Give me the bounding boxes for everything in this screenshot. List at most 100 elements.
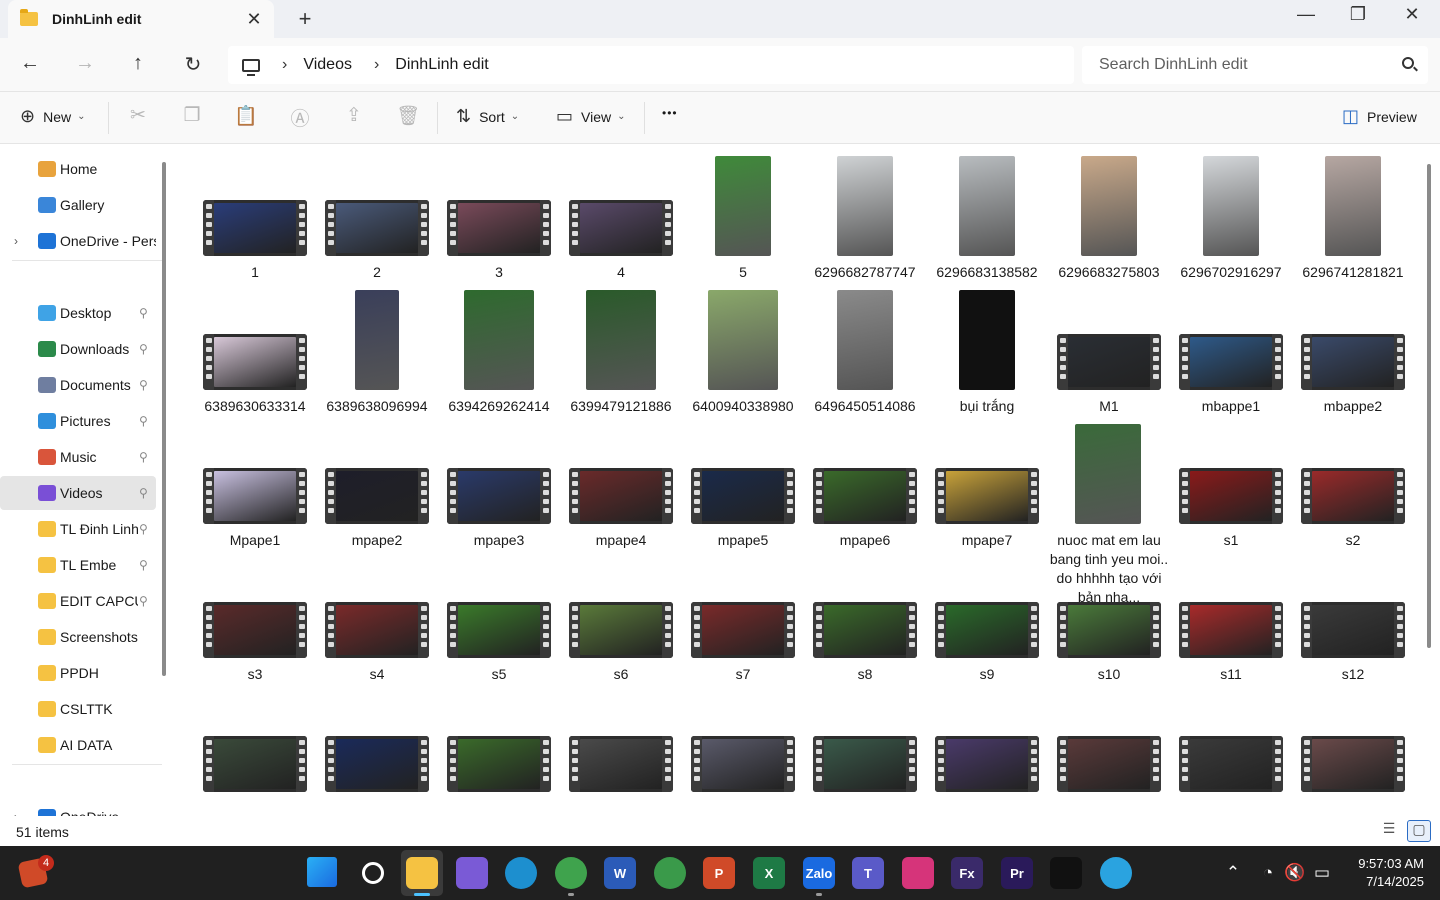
large-icons-view-icon[interactable]: ▢	[1407, 820, 1431, 842]
sidebar-scrollbar[interactable]	[162, 162, 166, 676]
video-file-item[interactable]: mpape5	[684, 424, 802, 604]
video-file-item[interactable]	[684, 736, 802, 816]
maximize-button[interactable]: ❐	[1338, 4, 1378, 25]
pin-icon[interactable]: ⚲	[139, 342, 148, 356]
video-file-item[interactable]	[1294, 736, 1412, 816]
sidebar-item-ai-data[interactable]: AI DATA	[0, 728, 156, 762]
minimize-button[interactable]: —	[1286, 4, 1326, 25]
sidebar-item-videos[interactable]: Videos ⚲	[0, 476, 156, 510]
video-file-item[interactable]: mpape7	[928, 424, 1046, 604]
breadcrumb-dinhlinh-edit[interactable]: DinhLinh edit	[395, 56, 488, 74]
clock[interactable]: 9:57:03 AM 7/14/2025	[1330, 855, 1424, 891]
video-file-item[interactable]: nuoc mat em lau bang tinh yeu moi.. do h…	[1050, 424, 1168, 605]
taskbar-file-explorer-icon[interactable]	[406, 857, 438, 889]
wifi-icon[interactable]: ◔	[1257, 863, 1279, 883]
sidebar-item-cslttk[interactable]: CSLTTK	[0, 692, 156, 726]
video-file-item[interactable]	[1172, 736, 1290, 816]
sidebar-item-edit-capcut[interactable]: EDIT CAPCUT⚲	[0, 584, 156, 618]
paste-icon[interactable]: 📋	[234, 104, 258, 128]
sidebar-item-downloads[interactable]: Downloads ⚲	[0, 332, 156, 366]
view-button[interactable]: ▭ View ⌄	[556, 106, 626, 127]
video-file-item[interactable]: mpape2	[318, 424, 436, 604]
video-file-item[interactable]	[928, 736, 1046, 816]
address-bar[interactable]: › Videos › DinhLinh edit	[228, 46, 1074, 84]
pin-icon[interactable]: ⚲	[139, 306, 148, 320]
sidebar-item-tl-embe[interactable]: TL Embe ⚲	[0, 548, 156, 582]
chevron-right-icon[interactable]: ›	[14, 234, 18, 248]
pin-icon[interactable]: ⚲	[139, 450, 148, 464]
taskbar-imagej-icon[interactable]: Fx	[951, 857, 983, 889]
forward-button[interactable]: →	[73, 52, 97, 75]
volume-muted-icon[interactable]: 🔇	[1284, 863, 1306, 883]
taskbar-coccoc-icon[interactable]	[555, 857, 587, 889]
sidebar-item-onedrive[interactable]: ›OneDrive	[0, 800, 156, 816]
refresh-button[interactable]: ↻	[181, 52, 205, 77]
taskbar-excel-icon[interactable]: X	[753, 857, 785, 889]
tab-close-button[interactable]: ✕	[244, 9, 264, 30]
taskbar-capcut-icon[interactable]	[1050, 857, 1082, 889]
taskbar-premiere-icon[interactable]: Pr	[1001, 857, 1033, 889]
video-file-item[interactable]	[440, 736, 558, 816]
taskbar-teams-icon[interactable]: T	[852, 857, 884, 889]
back-button[interactable]: ←	[18, 52, 42, 75]
pin-icon[interactable]: ⚲	[139, 486, 148, 500]
see-more-button[interactable]: •••	[662, 106, 678, 120]
pin-icon[interactable]: ⚲	[139, 378, 148, 392]
rename-icon[interactable]: Ⓐ	[288, 104, 312, 131]
taskbar-instagram-icon[interactable]	[902, 857, 934, 889]
this-pc-icon[interactable]	[242, 58, 260, 76]
video-file-item[interactable]: mpape6	[806, 424, 924, 604]
sidebar-item-home[interactable]: Home	[0, 152, 156, 186]
taskbar-word-icon[interactable]: W	[604, 857, 636, 889]
sidebar-item-screenshots[interactable]: Screenshots	[0, 620, 156, 654]
sidebar-item-onedrive-perso[interactable]: › OneDrive - Perso	[0, 224, 156, 258]
sidebar-item-ppdh[interactable]: PPDH	[0, 656, 156, 690]
video-file-item[interactable]	[1050, 736, 1168, 816]
search-input[interactable]: Search DinhLinh edit	[1099, 56, 1248, 74]
video-file-item[interactable]	[562, 736, 680, 816]
pin-icon[interactable]: ⚲	[139, 594, 148, 608]
cut-icon[interactable]: ✂	[126, 104, 150, 127]
delete-icon[interactable]: 🗑	[396, 104, 420, 128]
pin-icon[interactable]: ⚲	[139, 522, 148, 536]
sidebar-item-music[interactable]: Music ⚲	[0, 440, 156, 474]
up-button[interactable]: ↑	[126, 52, 150, 75]
content-scrollbar[interactable]	[1427, 164, 1431, 648]
video-file-item[interactable]	[196, 736, 314, 816]
taskbar-telegram-icon[interactable]	[1100, 857, 1132, 889]
video-file-item[interactable]: s1	[1172, 424, 1290, 604]
taskbar-search-icon[interactable]	[362, 862, 384, 884]
sidebar-item-documents[interactable]: Documents ⚲	[0, 368, 156, 402]
show-hidden-icons-chevron-icon[interactable]: ⌃	[1222, 863, 1244, 883]
new-tab-button[interactable]: +	[294, 6, 316, 32]
sidebar-item-pictures[interactable]: Pictures ⚲	[0, 404, 156, 438]
taskbar-chrome-icon[interactable]	[654, 857, 686, 889]
taskbar-copilot-icon[interactable]	[456, 857, 488, 889]
search-box[interactable]: Search DinhLinh edit	[1082, 46, 1428, 84]
sidebar-item-gallery[interactable]: Gallery	[0, 188, 156, 222]
video-file-item[interactable]	[806, 736, 924, 816]
tab-dinhlinh-edit[interactable]: DinhLinh edit ✕	[8, 0, 274, 38]
breadcrumb-separator[interactable]: ›	[282, 56, 287, 74]
search-icon[interactable]	[1402, 57, 1414, 69]
taskbar-edge-icon[interactable]	[505, 857, 537, 889]
breadcrumb-separator[interactable]: ›	[374, 56, 379, 74]
taskbar-powerpoint-icon[interactable]: P	[703, 857, 735, 889]
pin-icon[interactable]: ⚲	[139, 414, 148, 428]
copy-icon[interactable]: ❐	[180, 104, 204, 127]
share-icon[interactable]: ⇪	[342, 104, 366, 127]
breadcrumb-videos[interactable]: Videos	[303, 56, 352, 74]
video-file-item[interactable]	[318, 736, 436, 816]
new-button[interactable]: ⊕ New ⌄	[20, 106, 86, 127]
sort-button[interactable]: ⇅ Sort ⌄	[456, 106, 519, 127]
close-button[interactable]: ✕	[1392, 4, 1432, 25]
pin-icon[interactable]: ⚲	[139, 558, 148, 572]
video-file-item[interactable]: s2	[1294, 424, 1412, 604]
sidebar-item-tl-inh-linh[interactable]: TL Đinh Linh ⚲	[0, 512, 156, 546]
sidebar-item-desktop[interactable]: Desktop ⚲	[0, 296, 156, 330]
taskbar-start-icon[interactable]	[307, 857, 337, 887]
video-file-item[interactable]: Mpape1	[196, 424, 314, 604]
taskbar-zalo-icon[interactable]: Zalo	[803, 857, 835, 889]
details-view-icon[interactable]: ☰	[1377, 820, 1401, 842]
video-file-item[interactable]: mpape3	[440, 424, 558, 604]
